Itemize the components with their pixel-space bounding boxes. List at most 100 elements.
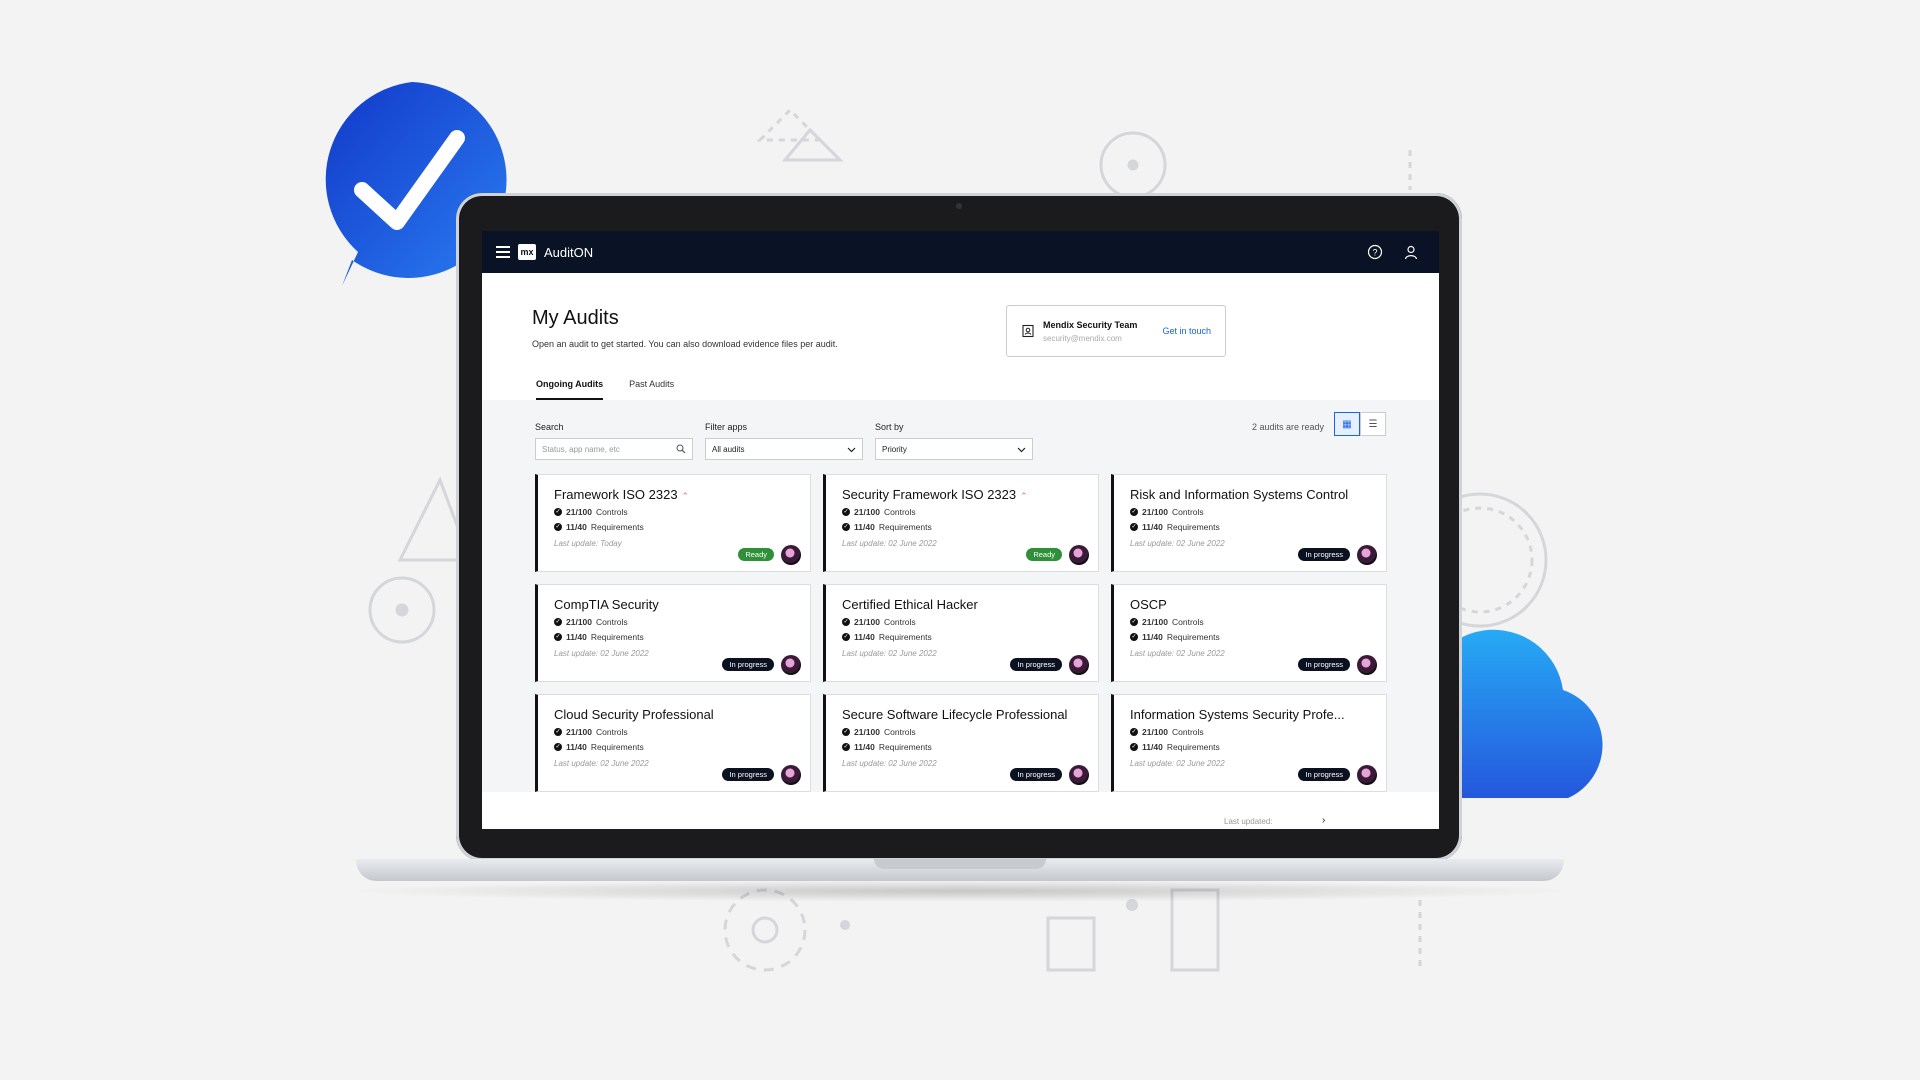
grid-view-icon[interactable]: ▦ [1334, 412, 1360, 436]
last-update: Last update: 02 June 2022 [842, 539, 937, 548]
priority-high-icon: ⌃ [681, 491, 690, 501]
last-update: Last update: 02 June 2022 [554, 759, 649, 768]
mendix-logo: mx [518, 244, 536, 260]
audit-card[interactable]: Framework ISO 2323 ⌃ ✓ 21/100 Controls ✓ 11/… [535, 474, 811, 572]
requirements-label: Requirements [1166, 522, 1220, 532]
check-circle-icon: ✓ [1130, 728, 1138, 736]
audit-title: Framework ISO 2323 [554, 487, 678, 502]
requirements-count: 11/40 [566, 632, 587, 642]
chevron-down-icon [847, 447, 856, 452]
sort-by-select[interactable]: Priority [875, 438, 1033, 460]
audit-card[interactable]: Secure Software Lifecycle Professional ✓… [823, 694, 1099, 792]
requirements-label: Requirements [1166, 632, 1220, 642]
audit-card[interactable]: Risk and Information Systems Control ✓ 21… [1111, 474, 1387, 572]
requirements-label: Requirements [878, 522, 932, 532]
filter-apps-value: All audits [712, 444, 745, 454]
last-update: Last update: 02 June 2022 [1130, 649, 1225, 658]
search-input[interactable]: Status, app name, etc [535, 438, 693, 460]
audit-title: Cloud Security Professional [554, 707, 714, 722]
contact-card: Mendix Security Team security@mendix.com… [1006, 305, 1226, 357]
check-circle-icon: ✓ [842, 633, 850, 641]
search-label: Search [535, 422, 564, 432]
check-circle-icon: ✓ [1130, 508, 1138, 516]
check-circle-icon: ✓ [554, 523, 562, 531]
sort-by-label: Sort by [875, 422, 904, 432]
chevron-right-icon[interactable]: › [1322, 815, 1325, 826]
get-in-touch-link[interactable]: Get in touch [1162, 326, 1211, 336]
audit-card[interactable]: Cloud Security Professional ✓ 21/100 Contr… [535, 694, 811, 792]
audit-card[interactable]: OSCP ✓ 21/100 Controls ✓ 11/40 Requirements … [1111, 584, 1387, 682]
search-placeholder: Status, app name, etc [542, 444, 620, 454]
help-icon[interactable]: ? [1367, 244, 1383, 260]
requirements-count: 11/40 [854, 522, 875, 532]
avatar [781, 545, 801, 565]
audit-title: CompTIA Security [554, 597, 659, 612]
chevron-down-icon [1017, 447, 1026, 452]
controls-count: 21/100 [1142, 727, 1168, 737]
requirements-count: 11/40 [1142, 632, 1163, 642]
audit-card[interactable]: Certified Ethical Hacker ✓ 21/100 Controls… [823, 584, 1099, 682]
controls-label: Controls [884, 727, 916, 737]
controls-count: 21/100 [854, 617, 880, 627]
requirements-label: Requirements [1166, 742, 1220, 752]
avatar [781, 655, 801, 675]
list-view-icon[interactable]: ☰ [1360, 412, 1386, 436]
check-circle-icon: ✓ [554, 508, 562, 516]
audit-title: Security Framework ISO 2323 [842, 487, 1017, 502]
controls-label: Controls [1172, 507, 1204, 517]
check-circle-icon: ✓ [554, 728, 562, 736]
filter-apps-select[interactable]: All audits [705, 438, 863, 460]
requirements-label: Requirements [878, 632, 932, 642]
last-update: Last update: Today [554, 539, 622, 548]
controls-label: Controls [884, 507, 916, 517]
controls-label: Controls [1172, 727, 1204, 737]
audit-card[interactable]: CompTIA Security ✓ 21/100 Controls ✓ 11/40 R… [535, 584, 811, 682]
check-circle-icon: ✓ [1130, 743, 1138, 751]
app-screen: mx AuditON ? My Audits Open an audit to … [482, 231, 1439, 829]
audit-card[interactable]: Security Framework ISO 2323 ⌃ ✓ 21/100 Cont… [823, 474, 1099, 572]
check-circle-icon: ✓ [842, 618, 850, 626]
requirements-count: 11/40 [566, 522, 587, 532]
status-badge: Ready [738, 548, 774, 561]
last-update: Last update: 02 June 2022 [842, 759, 937, 768]
check-circle-icon: ✓ [842, 523, 850, 531]
check-circle-icon: ✓ [1130, 633, 1138, 641]
check-circle-icon: ✓ [554, 633, 562, 641]
search-icon [676, 444, 686, 454]
audit-card[interactable]: Information Systems Security Profe... ✓ 2… [1111, 694, 1387, 792]
filter-apps-label: Filter apps [705, 422, 748, 432]
tab-past-audits[interactable]: Past Audits [629, 379, 674, 400]
user-icon[interactable] [1403, 244, 1419, 260]
status-badge: In progress [1298, 658, 1350, 671]
controls-count: 21/100 [854, 507, 880, 517]
avatar [1069, 655, 1089, 675]
contact-title: Mendix Security Team [1043, 319, 1138, 330]
controls-count: 21/100 [1142, 507, 1168, 517]
avatar [1357, 545, 1377, 565]
audit-cards-grid: Framework ISO 2323 ⌃ ✓ 21/100 Controls ✓ 11/… [535, 474, 1387, 792]
controls-count: 21/100 [854, 727, 880, 737]
page-title: My Audits [532, 307, 619, 329]
avatar [1357, 765, 1377, 785]
check-circle-icon: ✓ [842, 728, 850, 736]
laptop-camera [956, 203, 962, 209]
card-peek-popup: Last updated: › [1110, 815, 1360, 829]
controls-label: Controls [596, 507, 628, 517]
tab-ongoing-audits[interactable]: Ongoing Audits [536, 379, 604, 400]
avatar [1069, 765, 1089, 785]
check-circle-icon: ✓ [1130, 618, 1138, 626]
requirements-label: Requirements [590, 522, 644, 532]
controls-label: Controls [596, 617, 628, 627]
requirements-label: Requirements [878, 742, 932, 752]
last-update: Last update: 02 June 2022 [1130, 539, 1225, 548]
requirements-label: Requirements [590, 742, 644, 752]
requirements-label: Requirements [590, 632, 644, 642]
last-update: Last update: 02 June 2022 [554, 649, 649, 658]
app-name: AuditON [544, 244, 594, 260]
hamburger-menu-icon[interactable] [496, 246, 510, 258]
laptop-shadow [340, 880, 1580, 902]
audit-title: Information Systems Security Profe... [1130, 707, 1345, 722]
laptop-notch [874, 859, 1046, 869]
svg-text:?: ? [1372, 248, 1377, 258]
view-toggle: ▦ ☰ [1334, 412, 1386, 436]
